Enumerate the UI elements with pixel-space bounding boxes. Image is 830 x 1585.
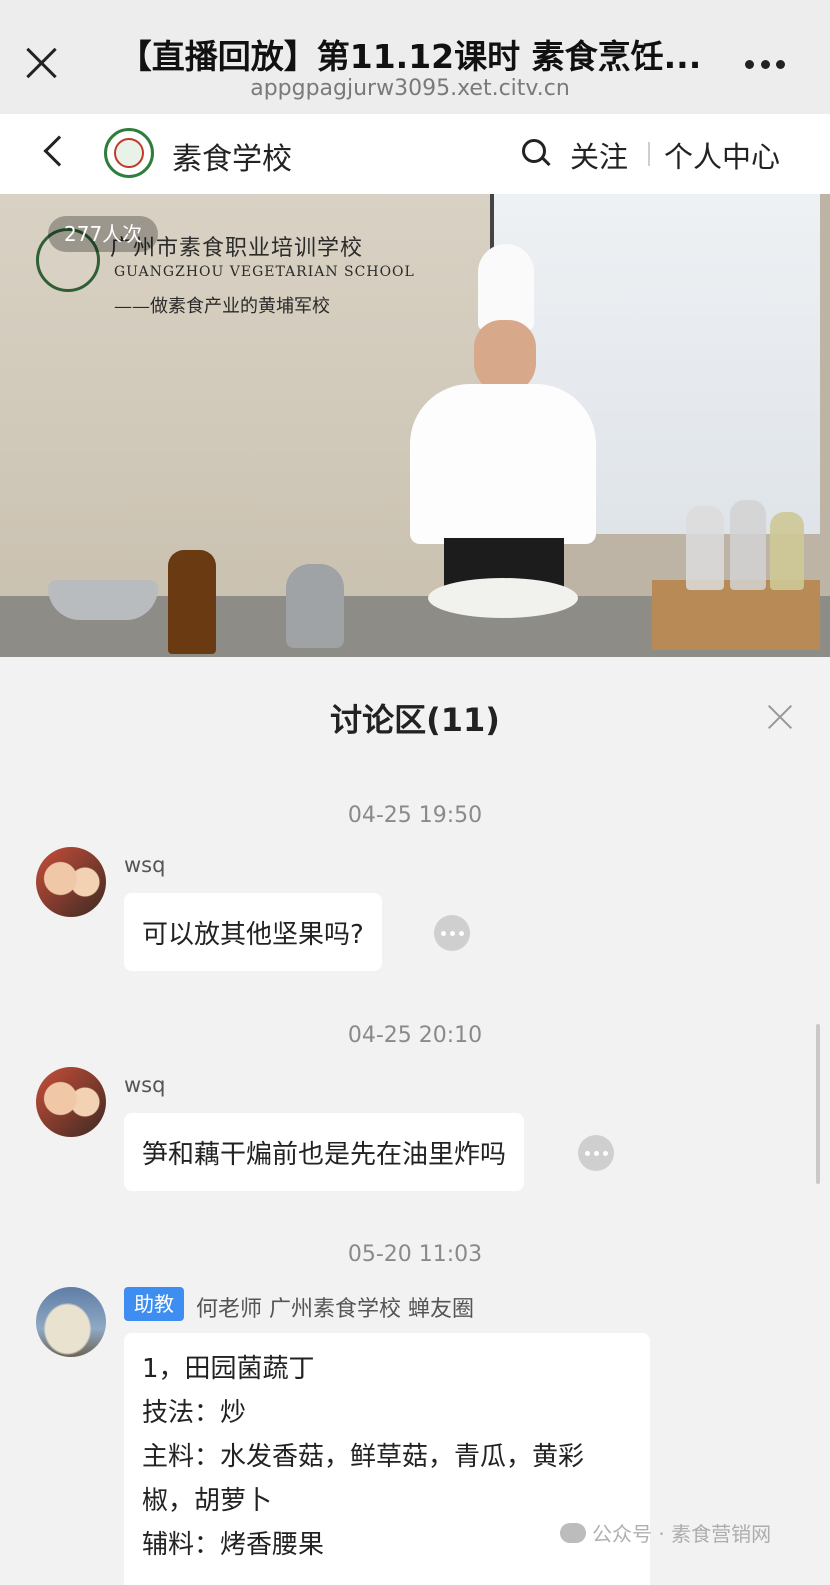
message-username: wsq (124, 853, 166, 877)
school-logo (104, 128, 154, 178)
message-line: 主料：水发香菇，鲜草菇，青瓜，黄彩椒，胡萝卜 (142, 1442, 585, 1516)
assistant-badge: 助教 (124, 1287, 184, 1321)
message-timestamp: 04-25 20:10 (347, 1023, 483, 1048)
kettle (286, 564, 344, 648)
message-line: 辅料：烤香腰果 (142, 1530, 325, 1560)
discussion-title: 讨论区(11) (330, 701, 500, 739)
search-icon[interactable] (522, 139, 552, 169)
profile-center-button[interactable]: 个人中心 (664, 134, 780, 176)
video-player[interactable]: 广州市素食职业培训学校 GUANGZHOU VEGETARIAN SCHOOL … (0, 194, 830, 657)
page-title: 【直播回放】第11.12课时 素食烹饪... (118, 37, 702, 76)
message-bubble: 1，田园菌蔬丁 技法：炒 主料：水发香菇，鲜草菇，青瓜，黄彩椒，胡萝卜 辅料：烤… (124, 1333, 650, 1585)
chef-head (474, 320, 536, 394)
scrollbar[interactable] (816, 1024, 820, 1184)
account-header: 素食学校 关注 个人中心 (0, 114, 830, 194)
account-name[interactable]: 素食学校 (172, 134, 292, 178)
more-icon[interactable] (578, 1135, 614, 1171)
oil-cruet (770, 512, 804, 590)
chef-hat (478, 244, 534, 330)
more-icon[interactable] (434, 915, 470, 951)
browser-bar: 【直播回放】第11.12课时 素食烹饪... appgpagjurw3095.x… (0, 0, 830, 114)
message-bubble: 笋和藕干煸前也是先在油里炸吗 (124, 1113, 525, 1191)
message-username: wsq (124, 1073, 166, 1097)
view-count-badge: 277人次 (48, 216, 159, 252)
message-timestamp: 04-25 19:50 (347, 803, 483, 828)
message-bubble: 可以放其他坚果吗? (124, 893, 382, 971)
discussion-panel: 讨论区(11) 04-25 19:50 wsq 可以放其他坚果吗? 04-25 … (0, 657, 830, 1585)
avatar[interactable] (36, 1287, 106, 1357)
divider (648, 142, 650, 166)
more-options-icon[interactable] (745, 60, 785, 70)
message-username: 何老师 广州素食学校 蝉友圈 (196, 1297, 474, 1322)
banner-slogan: ——做素食产业的黄埔军校 (114, 296, 330, 317)
chef-jacket (410, 384, 596, 544)
page-url: appgpagjurw3095.xet.citv.cn (250, 76, 570, 101)
oil-cruet (686, 506, 724, 590)
close-icon[interactable] (768, 705, 792, 729)
message-timestamp: 05-20 11:03 (347, 1242, 483, 1267)
watermark-text: 公众号 · 素食营销网 (592, 1522, 772, 1546)
avatar[interactable] (36, 847, 106, 917)
avatar[interactable] (36, 1067, 106, 1137)
close-icon[interactable] (24, 46, 58, 80)
sauce-bottle (168, 550, 216, 654)
message-line: 1，田园菌蔬丁 (142, 1354, 315, 1384)
cutting-board (428, 578, 578, 618)
banner-english-name: GUANGZHOU VEGETARIAN SCHOOL (114, 264, 415, 280)
steel-bowl (48, 580, 158, 620)
follow-button[interactable]: 关注 (570, 134, 628, 176)
message-line: 技法：炒 (142, 1398, 247, 1428)
watermark: 公众号 · 素食营销网 (560, 1518, 771, 1547)
oil-cruet (730, 500, 766, 590)
wechat-icon (560, 1522, 586, 1543)
condiment-caddy (652, 580, 820, 650)
back-icon[interactable] (43, 135, 75, 167)
